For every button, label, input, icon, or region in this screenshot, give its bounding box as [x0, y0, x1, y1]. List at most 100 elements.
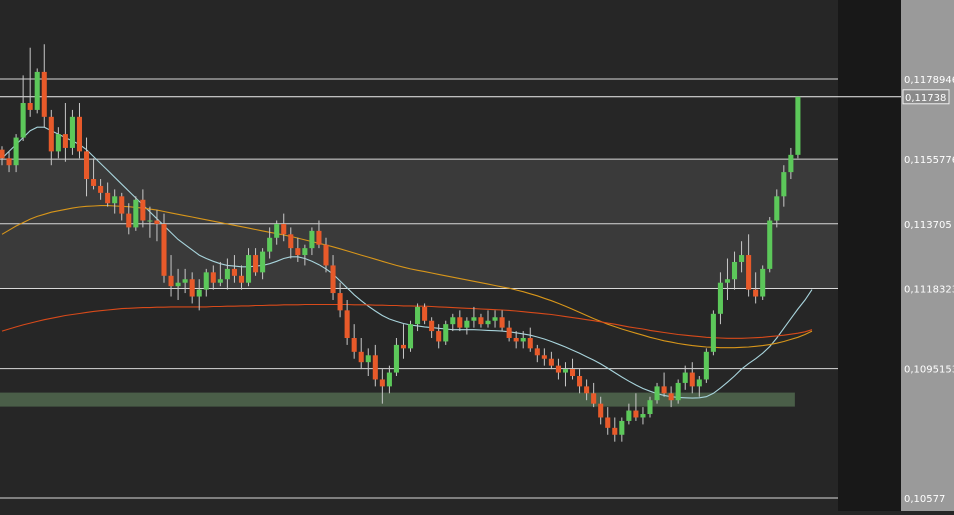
- candle-body: [91, 179, 97, 186]
- candle: [703, 348, 709, 383]
- candle-body: [774, 196, 780, 221]
- candle-body: [119, 196, 125, 214]
- candle-body: [520, 337, 526, 342]
- candle-body: [133, 199, 139, 228]
- candle-body: [457, 317, 463, 328]
- candle-body: [27, 103, 33, 110]
- candle-body: [267, 237, 273, 252]
- candle-body: [485, 320, 491, 325]
- candle-body: [365, 355, 371, 363]
- candle-body: [415, 306, 421, 325]
- candle-body: [640, 414, 646, 418]
- candle-body: [393, 344, 399, 373]
- price-level-label: 0,113705: [904, 220, 952, 231]
- candle-body: [781, 172, 787, 197]
- candle-body: [541, 355, 547, 359]
- candle-body: [654, 386, 660, 401]
- candle-body: [112, 196, 118, 204]
- candle-body: [598, 403, 604, 418]
- candlestick-chart: 0,1178946 0,1155776 0,113705 0,1118323 0,109…: [0, 0, 954, 511]
- candle: [710, 310, 716, 356]
- candle-body: [429, 320, 435, 332]
- candle-body: [34, 71, 40, 110]
- candle-body: [6, 158, 12, 166]
- candle-body: [767, 220, 773, 269]
- candle-body: [471, 317, 477, 321]
- candle-body: [562, 369, 569, 373]
- candle-body: [605, 417, 611, 428]
- chart-canvas: 0,1178946 0,1155776 0,113705 0,1118323 0,109…: [0, 0, 954, 511]
- candle-body: [739, 255, 745, 262]
- candle-body: [203, 272, 209, 290]
- candle-body: [98, 185, 104, 193]
- candle-body: [0, 149, 5, 159]
- candle-body: [569, 369, 576, 377]
- candle-body: [534, 348, 540, 356]
- candle-body: [238, 275, 245, 283]
- candle-body: [513, 337, 519, 342]
- candle-body: [577, 376, 583, 387]
- candle-body: [717, 282, 723, 314]
- candle-body: [126, 213, 132, 228]
- price-level-label: 0,1178946: [904, 75, 954, 86]
- candle-body: [344, 310, 350, 338]
- candle-body: [689, 372, 695, 387]
- candle-body: [724, 279, 731, 283]
- candle-body: [358, 351, 364, 363]
- candle-body: [633, 410, 639, 418]
- candle-body: [175, 282, 181, 287]
- candle-body: [584, 386, 590, 394]
- candle-body: [245, 255, 252, 283]
- candle-body: [330, 265, 336, 294]
- candle-body: [400, 344, 407, 349]
- price-level-label: 0,1095153: [904, 365, 954, 376]
- candle-body: [253, 255, 259, 273]
- candle-body: [753, 289, 759, 297]
- candle-body: [41, 71, 47, 117]
- candle-body: [696, 379, 702, 387]
- candle-body: [20, 103, 26, 138]
- candle-body: [548, 358, 554, 366]
- candle-body: [217, 279, 223, 283]
- candle-body: [422, 306, 428, 321]
- candle-body: [619, 420, 625, 435]
- candle: [34, 68, 40, 114]
- candle-body: [76, 116, 83, 152]
- candle-body: [760, 268, 766, 297]
- candle-body: [379, 379, 385, 387]
- candle-body: [337, 293, 343, 311]
- candle-body: [372, 355, 378, 380]
- candle-body: [591, 393, 597, 404]
- candle-body: [492, 317, 498, 321]
- candle-body: [668, 393, 674, 401]
- candle-body: [295, 248, 301, 256]
- candle-body: [161, 223, 167, 276]
- candle-body: [274, 223, 280, 238]
- candle-body: [316, 230, 322, 245]
- candle: [760, 265, 766, 300]
- candle-body: [506, 327, 512, 338]
- candle: [133, 196, 139, 231]
- candle-body: [105, 192, 111, 204]
- candle: [161, 213, 167, 283]
- price-level-label: 0,1118323: [904, 285, 954, 296]
- candle-body: [13, 137, 19, 166]
- candle-body: [464, 320, 470, 328]
- candle-body: [612, 427, 618, 435]
- candle-body: [478, 317, 484, 325]
- candle-body: [231, 268, 237, 276]
- candle-body: [196, 289, 202, 297]
- candle-body: [661, 386, 667, 394]
- right-margin: [838, 0, 901, 511]
- candle: [675, 379, 681, 404]
- candle-body: [675, 382, 681, 401]
- candle-body: [302, 248, 308, 256]
- candle-body: [260, 251, 266, 273]
- candle-body: [450, 317, 456, 325]
- candle-body: [83, 151, 90, 180]
- candle-body: [626, 410, 632, 421]
- candle-body: [436, 331, 442, 342]
- candle-body: [555, 365, 561, 373]
- candle-body: [710, 313, 716, 352]
- candle-body: [647, 400, 653, 415]
